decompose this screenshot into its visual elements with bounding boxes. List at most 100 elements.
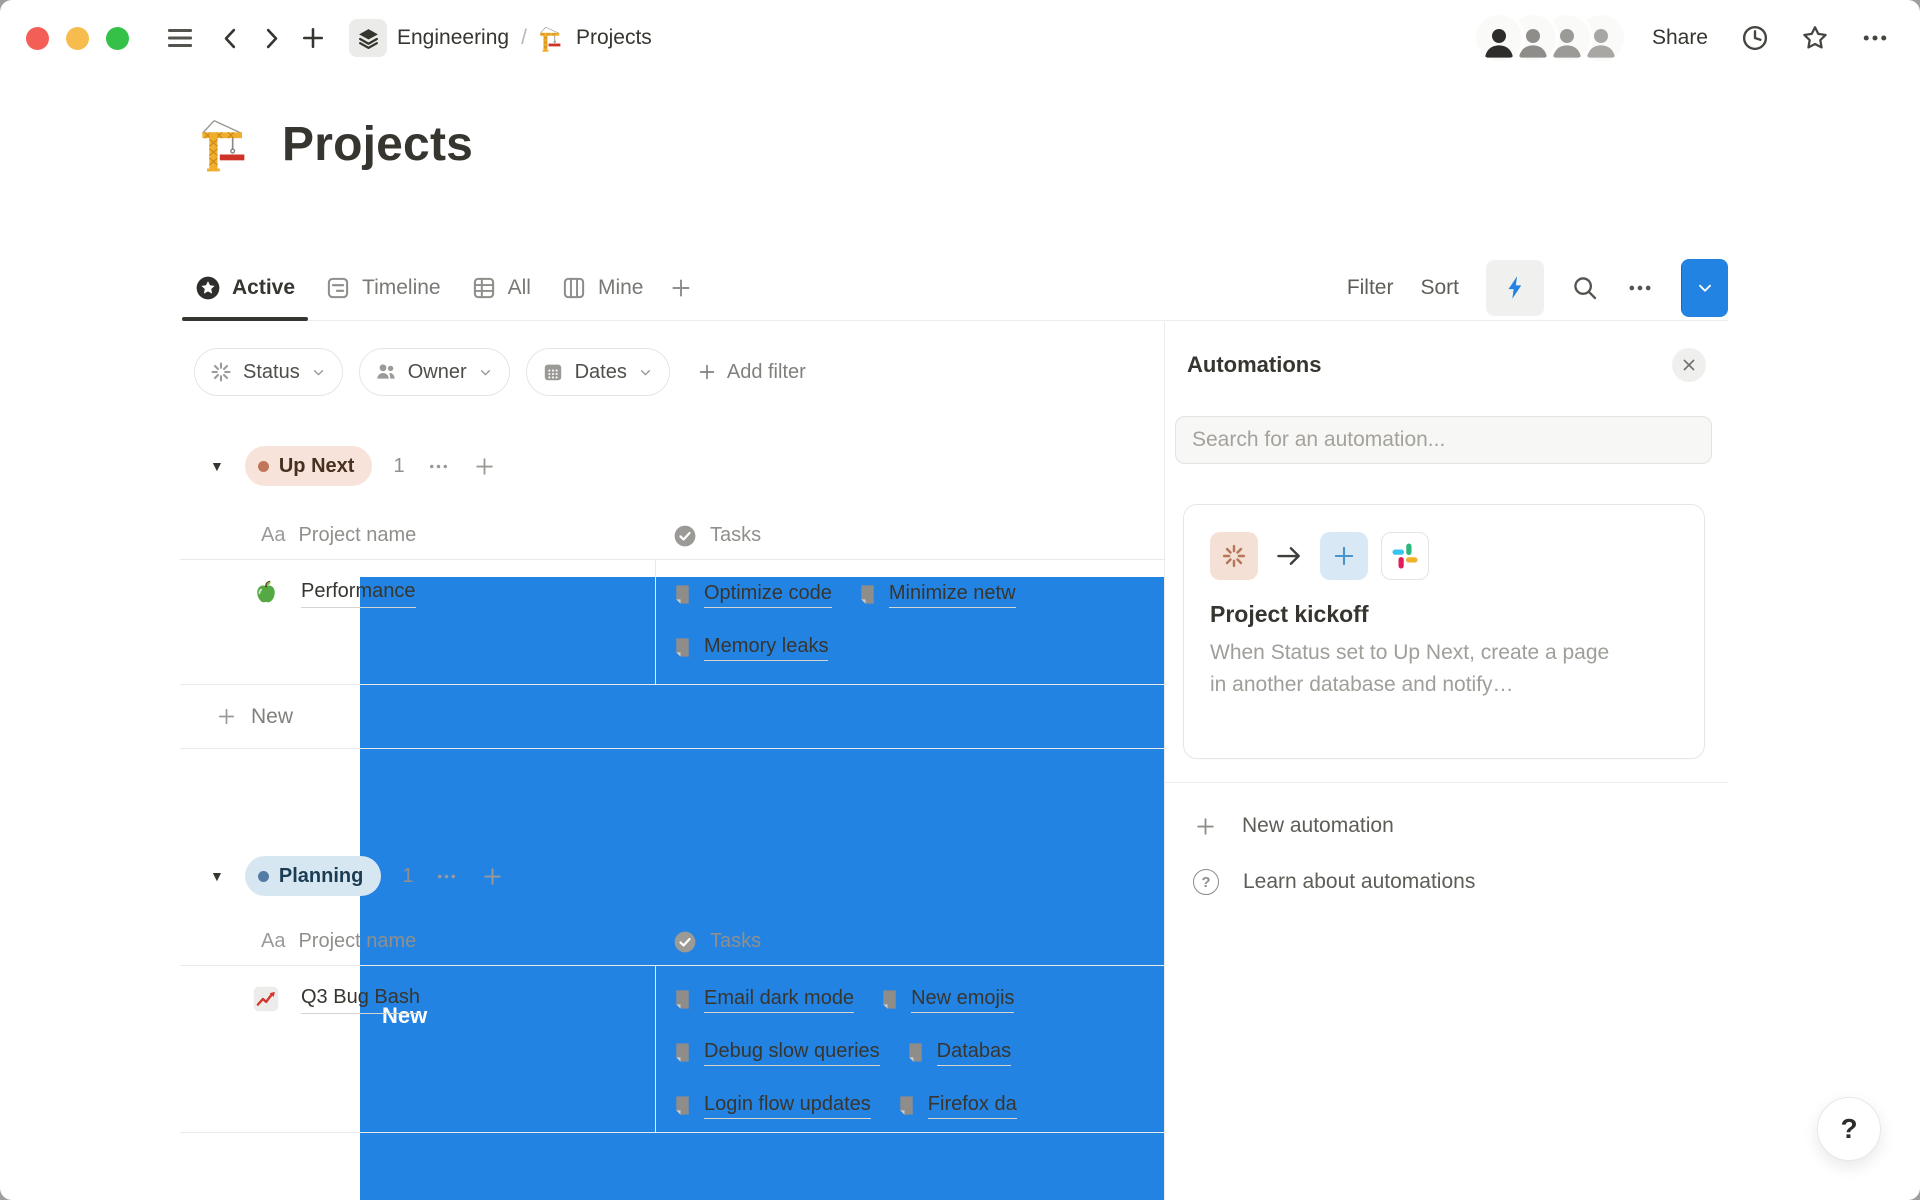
group-count: 1 — [402, 865, 413, 888]
automation-card[interactable]: Project kickoff When Status set to Up Ne… — [1183, 504, 1705, 759]
project-name-cell: Q3 Bug Bash — [180, 966, 655, 1132]
crane-page-icon[interactable] — [200, 116, 256, 172]
group-pill-planning[interactable]: Planning — [245, 856, 381, 896]
workspace-switcher[interactable] — [349, 19, 387, 57]
project-link[interactable]: Performance — [301, 578, 416, 608]
close-panel-button[interactable] — [1672, 348, 1706, 382]
add-view-button[interactable] — [658, 275, 704, 301]
group-pill-up-next[interactable]: Up Next — [245, 446, 373, 486]
task-link[interactable]: New emojis — [878, 987, 1014, 1013]
star-icon — [1800, 23, 1830, 53]
task-link[interactable]: Databas — [904, 1040, 1012, 1066]
status-filter-chip[interactable]: Status — [194, 348, 343, 396]
new-page-button[interactable] — [299, 24, 327, 52]
column-divider — [655, 560, 656, 684]
column-header-tasks[interactable]: Tasks — [655, 918, 1164, 965]
share-button[interactable]: Share — [1652, 26, 1708, 50]
column-label: Tasks — [710, 930, 761, 953]
task-link[interactable]: Login flow updates — [671, 1093, 871, 1119]
column-header-tasks[interactable]: Tasks — [655, 512, 1164, 559]
page-icon — [671, 1041, 694, 1064]
plus-icon — [668, 275, 694, 301]
sidebar-menu-button[interactable] — [165, 23, 195, 53]
automation-description: When Status set to Up Next, create a pag… — [1210, 637, 1610, 701]
breadcrumb-page[interactable]: Projects — [576, 26, 652, 50]
slack-icon — [1390, 541, 1420, 571]
group-header-planning: ▼ Planning 1 — [180, 850, 505, 902]
task-link[interactable]: Optimize code — [671, 582, 832, 608]
chevron-right-icon — [258, 25, 285, 52]
view-tab-bar: Active Timeline All Mine Filter Sort — [180, 255, 1728, 321]
page-icon — [856, 583, 879, 606]
sort-button[interactable]: Sort — [1420, 276, 1459, 300]
new-row-button[interactable]: New — [180, 685, 1164, 749]
forward-button[interactable] — [258, 25, 285, 52]
new-record-dropdown[interactable] — [1681, 259, 1728, 317]
people-icon — [374, 360, 398, 384]
view-options-button[interactable] — [1626, 274, 1654, 302]
plus-icon — [215, 705, 238, 728]
panel-divider — [1165, 782, 1728, 783]
chevron-down-icon — [477, 364, 494, 381]
slack-action-icon — [1381, 532, 1429, 580]
owner-filter-chip[interactable]: Owner — [359, 348, 510, 396]
zoom-window-button[interactable] — [106, 27, 129, 50]
new-automation-button[interactable]: New automation — [1165, 798, 1728, 854]
page-icon — [671, 1094, 694, 1117]
help-button[interactable]: ? — [1817, 1097, 1881, 1161]
tab-timeline[interactable]: Timeline — [310, 255, 456, 320]
dates-filter-chip[interactable]: Dates — [526, 348, 670, 396]
tab-mine[interactable]: Mine — [546, 255, 659, 320]
updates-button[interactable] — [1740, 23, 1770, 53]
task-link[interactable]: Email dark mode — [671, 987, 854, 1013]
task-link[interactable]: Firefox da — [895, 1093, 1017, 1119]
group-add-button[interactable] — [472, 454, 497, 479]
more-options-button[interactable] — [1860, 23, 1890, 53]
tasks-cell: Optimize code Minimize netw Memory leaks — [655, 560, 1164, 674]
tab-active[interactable]: Active — [180, 255, 310, 320]
column-header-project-name[interactable]: Aa Project name — [180, 918, 655, 965]
chip-label: Dates — [575, 361, 627, 384]
collaborator-avatars — [1476, 15, 1624, 61]
automation-title: Project kickoff — [1210, 601, 1678, 628]
tab-label: All — [508, 276, 531, 300]
task-link[interactable]: Memory leaks — [671, 635, 828, 661]
person-icon — [1479, 21, 1519, 61]
minimize-window-button[interactable] — [66, 27, 89, 50]
board-icon — [561, 275, 587, 301]
add-filter-button[interactable]: Add filter — [696, 361, 806, 384]
task-line: Optimize code Minimize netw — [671, 568, 1158, 621]
group-options-button[interactable] — [426, 454, 451, 479]
learn-about-automations-link[interactable]: ? Learn about automations — [1165, 854, 1728, 910]
avatar[interactable] — [1476, 15, 1522, 61]
back-button[interactable] — [217, 25, 244, 52]
automation-search-input[interactable] — [1176, 428, 1711, 452]
search-view-button[interactable] — [1571, 274, 1599, 302]
group-header-up-next: ▼ Up Next 1 — [180, 440, 497, 492]
collapse-triangle[interactable]: ▼ — [210, 868, 224, 884]
task-link[interactable]: Debug slow queries — [671, 1040, 880, 1066]
group-add-button[interactable] — [480, 864, 505, 889]
filter-button[interactable]: Filter — [1347, 276, 1394, 300]
column-header-project-name[interactable]: Aa Project name — [180, 512, 655, 559]
chevron-left-icon — [217, 25, 244, 52]
collapse-triangle[interactable]: ▼ — [210, 458, 224, 474]
breadcrumb-workspace[interactable]: Engineering — [397, 26, 509, 50]
automations-panel: Automations Project kickoff When Status … — [1164, 322, 1728, 1200]
project-name-cell: Performance — [180, 560, 655, 674]
automations-button[interactable] — [1486, 260, 1544, 316]
crane-icon — [539, 25, 566, 52]
tab-all[interactable]: All — [456, 255, 546, 320]
task-link[interactable]: Minimize netw — [856, 582, 1016, 608]
calendar-icon — [541, 360, 565, 384]
favorite-button[interactable] — [1800, 23, 1830, 53]
text-type-icon: Aa — [261, 930, 285, 953]
group-options-button[interactable] — [434, 864, 459, 889]
page-icon — [671, 636, 694, 659]
close-window-button[interactable] — [26, 27, 49, 50]
table-body: Q3 Bug Bash Email dark mode New emojis D… — [180, 966, 1164, 1133]
page-icon — [878, 988, 901, 1011]
table-up-next: Aa Project name Tasks Performance — [180, 512, 1164, 749]
status-dot — [258, 871, 269, 882]
project-link[interactable]: Q3 Bug Bash — [301, 984, 420, 1014]
